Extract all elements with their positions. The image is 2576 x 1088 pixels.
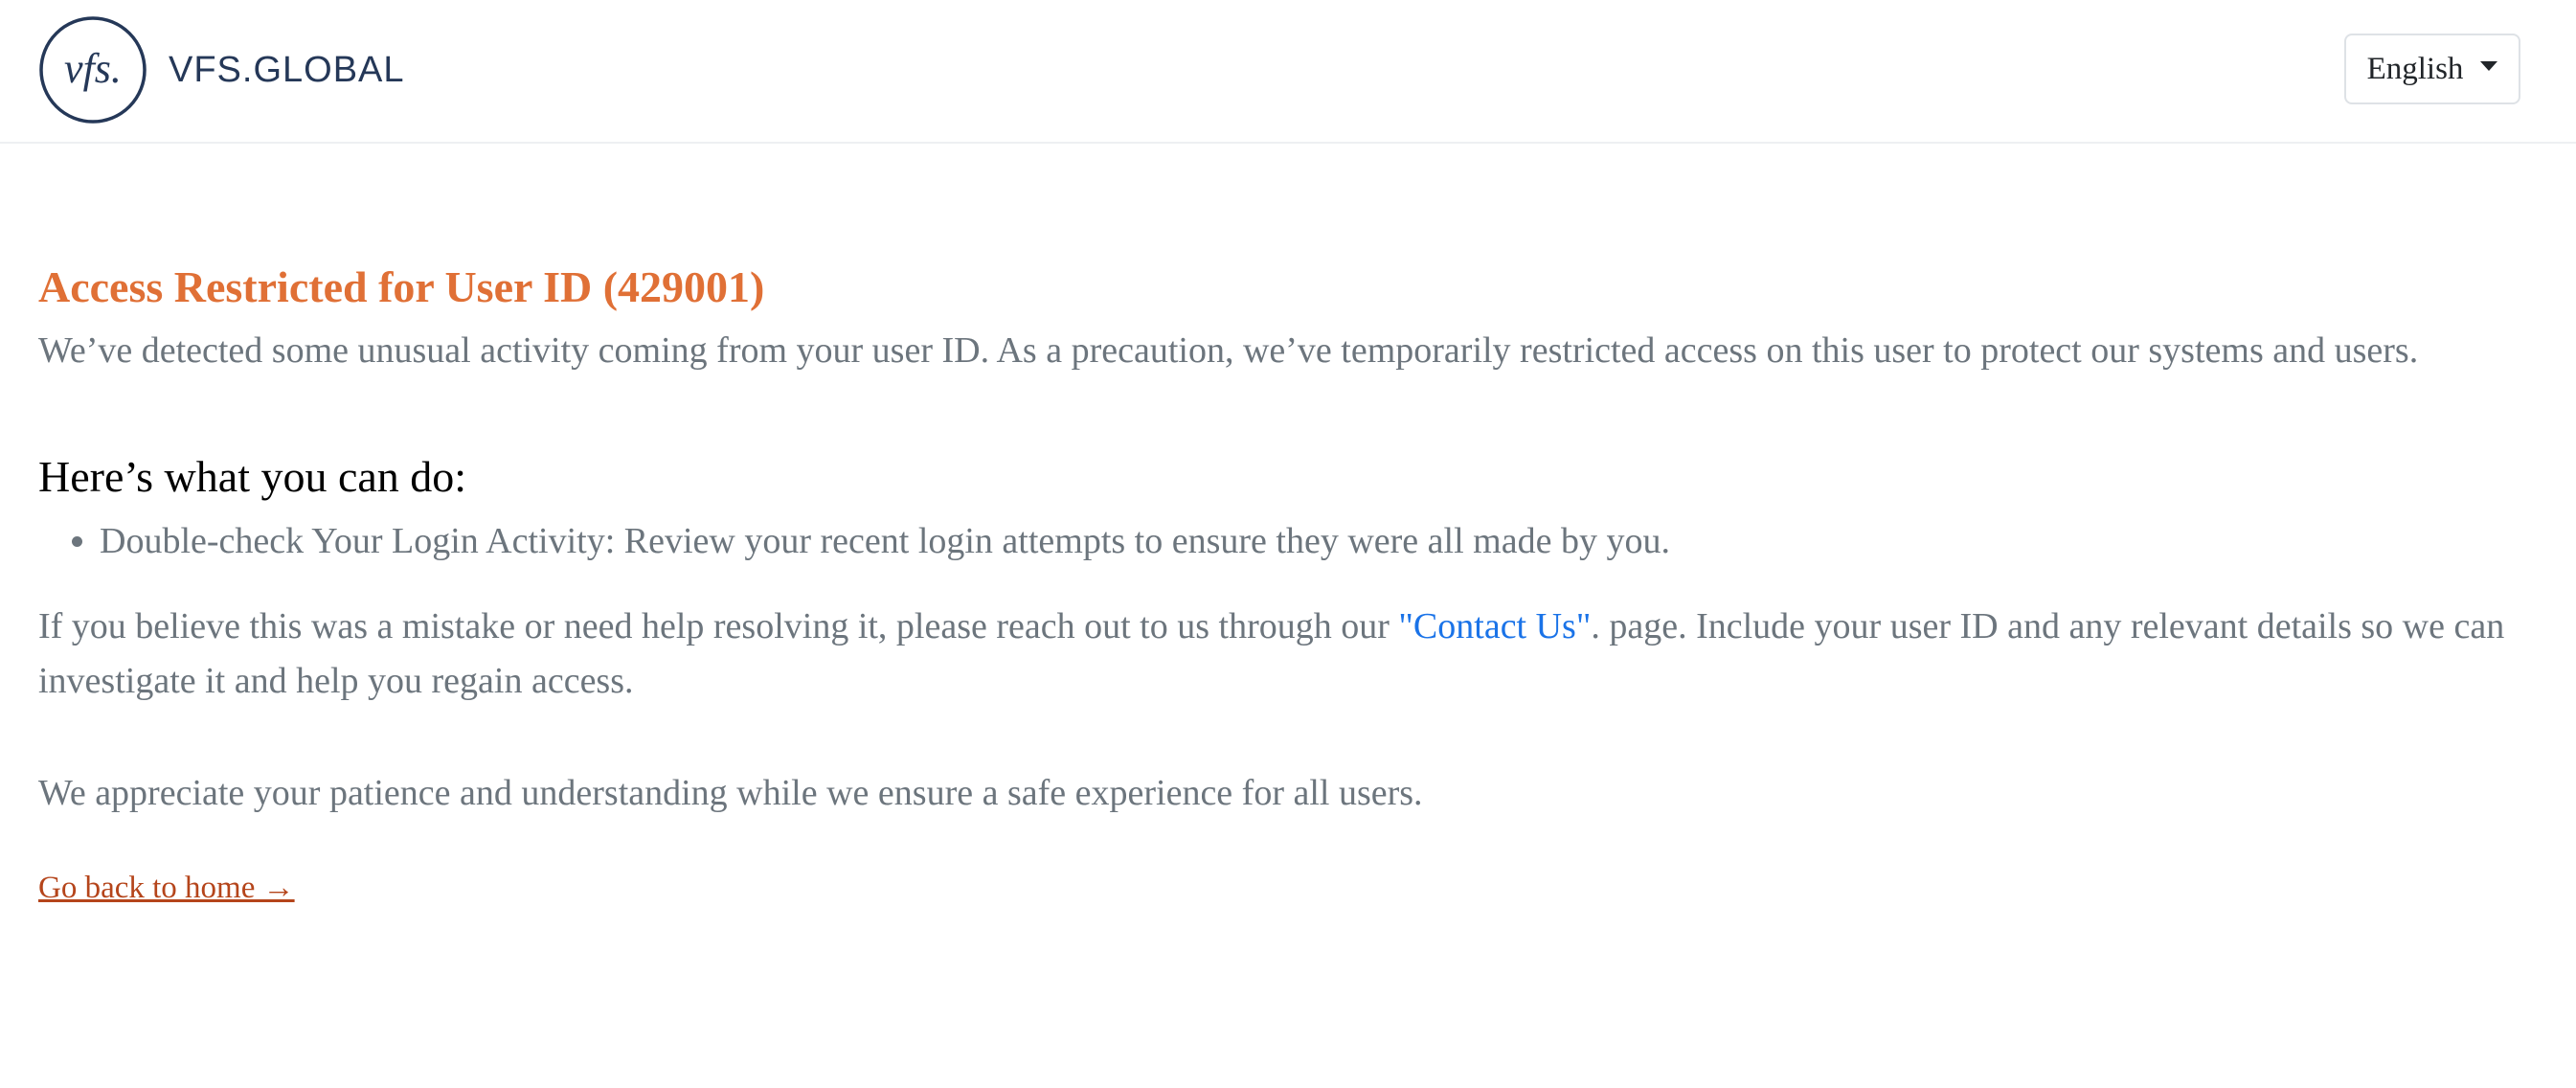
language-selected-label: English — [2366, 51, 2464, 86]
list-item: Double-check Your Login Activity: Review… — [100, 514, 2538, 569]
go-back-home-link[interactable]: Go back to home → — [38, 871, 295, 906]
intro-text: We’ve detected some unusual activity com… — [38, 330, 2419, 371]
thanks-text: We appreciate your patience and understa… — [38, 773, 1423, 813]
actions-list: Double-check Your Login Activity: Review… — [38, 514, 2538, 569]
main-content: Access Restricted for User ID (429001) W… — [38, 251, 2538, 906]
svg-text:vfs.: vfs. — [64, 45, 122, 92]
language-dropdown[interactable]: English — [2344, 34, 2520, 104]
vfs-logo-mark-icon: vfs. — [39, 16, 147, 124]
help-text: If you believe this was a mistake or nee… — [38, 600, 2538, 709]
brand-name: VFS.GLOBAL — [169, 49, 405, 90]
site-header: vfs. VFS.GLOBAL English — [0, 0, 2576, 144]
actions-heading: Here’s what you can do: — [38, 452, 467, 501]
help-text-before: If you believe this was a mistake or nee… — [38, 606, 1399, 646]
page-title: Access Restricted for User ID (429001) — [38, 262, 765, 311]
caret-down-icon — [2480, 61, 2498, 71]
contact-us-link[interactable]: "Contact Us" — [1398, 606, 1591, 646]
vfs-global-logo[interactable]: vfs. VFS.GLOBAL — [38, 13, 405, 126]
